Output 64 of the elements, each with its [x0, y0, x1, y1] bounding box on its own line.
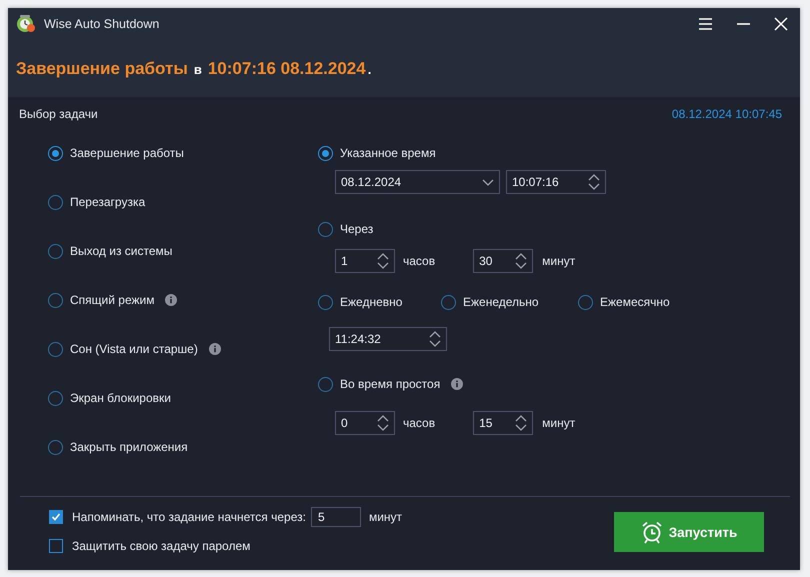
option-label: Через: [340, 222, 374, 236]
radio-button[interactable]: [48, 244, 63, 258]
window-title: Wise Auto Shutdown: [44, 17, 160, 31]
close-icon: [774, 17, 788, 31]
minutes-field[interactable]: 15: [473, 411, 534, 435]
minimize-icon: [736, 22, 750, 26]
info-icon[interactable]: [451, 378, 464, 390]
minutes-field[interactable]: 30: [473, 249, 534, 273]
radio-button[interactable]: [318, 294, 333, 310]
info-icon[interactable]: [208, 343, 221, 355]
radio-button[interactable]: [48, 194, 63, 210]
spinner-icon: [515, 253, 528, 269]
status-heading: Завершение работы в 10:07:16 08.12.2024.: [16, 58, 372, 78]
option-label: Во время простоя: [340, 377, 440, 391]
hours-field[interactable]: 1: [335, 249, 395, 273]
info-icon[interactable]: [165, 294, 178, 306]
spinner-icon: [429, 331, 441, 347]
date-dropdown[interactable]: 08.12.2024: [335, 170, 500, 194]
option-label: Выход из системы: [70, 244, 172, 258]
radio-button[interactable]: [578, 294, 593, 310]
option-label: Завершение работы: [70, 146, 184, 160]
unit-label: часов: [403, 254, 436, 268]
radio-button[interactable]: [318, 222, 333, 236]
radio-button[interactable]: [441, 294, 456, 310]
hours-field[interactable]: 0: [335, 411, 395, 435]
checkbox-label: Напоминать, что задание начнется через:: [72, 510, 306, 524]
option-label: Перезагрузка: [70, 195, 146, 209]
spinner-icon: [377, 253, 389, 269]
spinner-icon: [588, 174, 600, 190]
time-field[interactable]: 11:24:32: [329, 327, 447, 351]
option-label: Еженедельно: [463, 295, 539, 309]
checkbox[interactable]: [49, 510, 63, 524]
check-icon: [51, 512, 61, 522]
option-label: Спящий режим: [70, 293, 154, 307]
option-label: Экран блокировки: [70, 391, 171, 405]
radio-button[interactable]: [48, 146, 63, 160]
spinner-icon: [515, 415, 528, 431]
unit-label: минут: [542, 254, 576, 268]
alarm-clock-icon: [640, 520, 663, 544]
option-label: Закрыть приложения: [70, 440, 188, 454]
checkbox[interactable]: [49, 539, 63, 553]
time-field[interactable]: 10:07:16: [506, 170, 606, 194]
unit-label: минут: [368, 510, 402, 524]
menu-icon: [698, 17, 712, 31]
unit-label: минут: [542, 416, 576, 430]
checkbox-label: Защитить свою задачу паролем: [72, 539, 250, 553]
radio-button[interactable]: [318, 146, 333, 160]
section-label: Выбор задачи: [19, 107, 98, 121]
minutes-input[interactable]: 5: [310, 507, 361, 527]
app-logo-icon: [16, 14, 36, 34]
radio-button[interactable]: [48, 342, 63, 356]
unit-label: часов: [403, 416, 436, 430]
option-label: Ежемесячно: [600, 295, 670, 309]
start-button[interactable]: Запустить: [614, 512, 764, 552]
radio-button[interactable]: [318, 376, 333, 392]
current-time: 08.12.2024 10:07:45: [672, 107, 782, 121]
option-label: Указанное время: [340, 146, 436, 160]
spinner-icon: [377, 415, 389, 431]
option-label: Ежедневно: [340, 295, 402, 309]
chevron-down-icon: [482, 178, 494, 186]
option-label: Сон (Vista или старше): [70, 342, 198, 356]
radio-button[interactable]: [48, 292, 63, 308]
radio-button[interactable]: [48, 390, 63, 406]
radio-button[interactable]: [48, 440, 63, 454]
